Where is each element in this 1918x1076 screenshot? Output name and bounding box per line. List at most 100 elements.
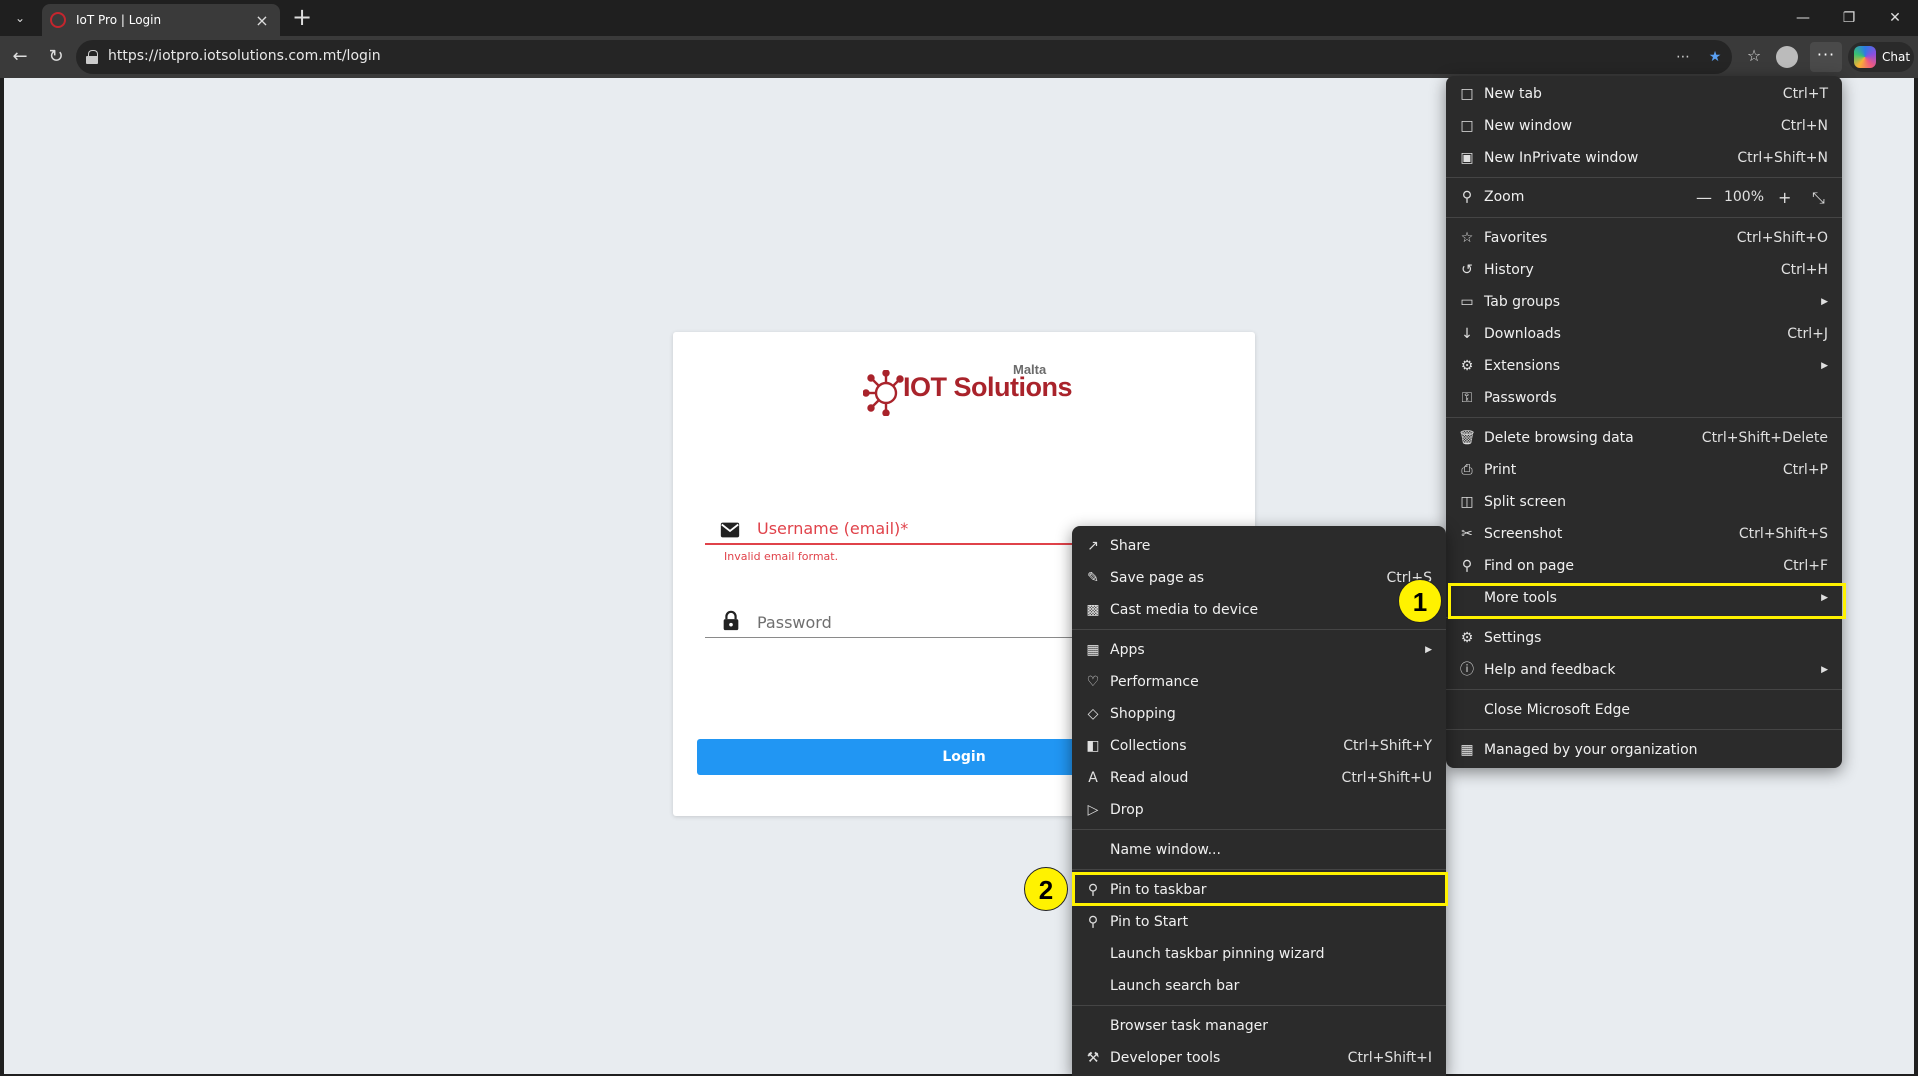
more-tools-submenu: ↗ Share ✎ Save page as Ctrl+S ▩ Cast med… [1072,526,1446,1076]
menu-item-history[interactable]: ↺ History Ctrl+H [1446,254,1842,286]
menu-item-help-and-feedback[interactable]: ⓘ Help and feedback ▶ [1446,654,1842,686]
help-icon: ⓘ [1460,662,1474,678]
menu-shortcut: Ctrl+F [1783,558,1828,574]
menu-label: Find on page [1484,558,1574,574]
menu-shortcut: Ctrl+H [1780,262,1828,278]
tab-close-icon[interactable]: × [252,11,272,30]
menu-divider [1446,689,1842,690]
menu-shortcut: Ctrl+Shift+S [1738,526,1828,542]
favorites-icon: ☆ [1460,230,1474,246]
submenu-item-browser-task-manager[interactable]: Browser task manager [1072,1010,1446,1042]
submenu-item-cast-media[interactable]: ▩ Cast media to device [1072,594,1446,626]
restore-icon[interactable]: ❐ [1826,4,1872,32]
submenu-item-share[interactable]: ↗ Share [1072,530,1446,562]
iot-solutions-logo: Malta IOT Solutions [863,362,1073,422]
save-page-icon: ✎ [1087,570,1099,586]
menu-item-favorites[interactable]: ☆ Favorites Ctrl+Shift+O [1446,222,1842,254]
menu-item-passwords[interactable]: ⚿ Passwords [1446,382,1842,414]
close-window-icon[interactable]: ✕ [1872,4,1918,32]
url-text[interactable]: https://iotpro.iotsolutions.com.mt/login [108,48,381,64]
zoom-in-icon[interactable]: + [1778,188,1791,207]
submenu-item-read-aloud[interactable]: A Read aloud Ctrl+Shift+U [1072,762,1446,794]
menu-item-downloads[interactable]: ↓ Downloads Ctrl+J [1446,318,1842,350]
menu-shortcut: Ctrl+Shift+I [1347,1050,1432,1066]
submenu-item-developer-tools[interactable]: ⚒ Developer tools Ctrl+Shift+I [1072,1042,1446,1074]
back-arrow-icon[interactable]: ← [4,42,36,72]
menu-shortcut: Ctrl+N [1780,118,1828,134]
submenu-item-collections[interactable]: ◧ Collections Ctrl+Shift+Y [1072,730,1446,762]
submenu-item-pin-to-start[interactable]: ⚲ Pin to Start [1072,906,1446,938]
submenu-item-apps[interactable]: ▦ Apps ▶ [1072,634,1446,666]
tab-favicon-icon [50,12,66,28]
username-field[interactable]: Username (email)* [757,519,908,538]
submenu-item-performance[interactable]: ♡ Performance [1072,666,1446,698]
more-tools-highlight [1448,583,1846,619]
menu-item-close-microsoft-edge[interactable]: Close Microsoft Edge [1446,694,1842,726]
menu-label: Read aloud [1110,770,1189,786]
settings-and-more-button[interactable]: ··· [1810,42,1842,72]
copilot-chat-button[interactable]: Chat [1848,42,1914,72]
menu-item-managed-by-organization[interactable]: ▦ Managed by your organization [1446,734,1842,766]
menu-label: Share [1110,538,1151,554]
cast-icon: ▩ [1086,602,1100,618]
menu-item-extensions[interactable]: ⚙ Extensions ▶ [1446,350,1842,382]
menu-label: Drop [1110,802,1144,818]
zoom-out-icon[interactable]: — [1696,188,1712,207]
logo-brand-text: IOT Solutions [903,372,1073,402]
browser-toolbar: ← ↻ https://iotpro.iotsolutions.com.mt/l… [0,36,1918,78]
submenu-item-name-window[interactable]: Name window... [1072,834,1446,866]
menu-label: Close Microsoft Edge [1484,702,1630,718]
read-aloud-icon: A [1088,770,1098,786]
menu-label: Zoom [1484,189,1525,205]
menu-item-find-on-page[interactable]: ⚲ Find on page Ctrl+F [1446,550,1842,582]
menu-item-new-tab[interactable]: □ New tab Ctrl+T [1446,78,1842,110]
tab-iot-pro-login[interactable]: IoT Pro | Login × [42,4,280,36]
menu-item-tab-groups[interactable]: ▭ Tab groups ▶ [1446,286,1842,318]
menu-divider [1446,217,1842,218]
menu-label: Favorites [1484,230,1548,246]
favorites-bar-icon[interactable]: ☆ [1740,42,1768,70]
address-bar[interactable]: https://iotpro.iotsolutions.com.mt/login… [76,40,1732,74]
menu-item-screenshot[interactable]: ✂ Screenshot Ctrl+Shift+S [1446,518,1842,550]
tab-actions-chevron-icon[interactable]: ⌄ [6,6,34,30]
menu-item-settings[interactable]: ⚙ Settings [1446,622,1842,654]
menu-label: Tab groups [1484,294,1561,310]
history-icon: ↺ [1461,262,1473,278]
menu-divider [1072,629,1446,630]
menu-label: History [1484,262,1534,278]
menu-item-new-inprivate-window[interactable]: ▣ New InPrivate window Ctrl+Shift+N [1446,142,1842,174]
fullscreen-icon[interactable]: ⤡ [1812,188,1825,208]
submenu-item-launch-pinning-wizard[interactable]: Launch taskbar pinning wizard [1072,938,1446,970]
profile-avatar[interactable] [1776,46,1798,68]
menu-label: Passwords [1484,390,1557,406]
submenu-item-drop[interactable]: ▷ Drop [1072,794,1446,826]
drop-icon: ▷ [1087,802,1099,818]
menu-label: Save page as [1110,570,1205,586]
favorite-star-icon[interactable]: ★ [1704,46,1726,68]
menu-shortcut: Ctrl+Shift+O [1736,230,1828,246]
minimize-icon[interactable]: — [1780,4,1826,32]
new-tab-plus-icon[interactable]: + [288,4,316,32]
menu-label: Cast media to device [1110,602,1259,618]
menu-item-print[interactable]: ⎙ Print Ctrl+P [1446,454,1842,486]
submenu-arrow-icon: ▶ [1821,361,1828,371]
menu-item-delete-browsing-data[interactable]: 🗑 Delete browsing data Ctrl+Shift+Delete [1446,422,1842,454]
reader-icon[interactable]: ⋯ [1672,46,1694,68]
menu-label: Shopping [1110,706,1176,722]
menu-label: Downloads [1484,326,1561,342]
delete-icon: 🗑 [1458,430,1476,446]
refresh-icon[interactable]: ↻ [40,42,72,72]
menu-label: Split screen [1484,494,1567,510]
menu-label: Collections [1110,738,1187,754]
submenu-item-shopping[interactable]: ◇ Shopping [1072,698,1446,730]
submenu-item-launch-search-bar[interactable]: Launch search bar [1072,970,1446,1002]
title-bar: ⌄ IoT Pro | Login × + — ❐ ✕ [0,0,1918,36]
site-info-lock-icon[interactable] [86,50,98,64]
menu-item-new-window[interactable]: □ New window Ctrl+N [1446,110,1842,142]
menu-item-split-screen[interactable]: ◫ Split screen [1446,486,1842,518]
password-field[interactable]: Password [757,613,832,632]
menu-label: Pin to Start [1110,914,1189,930]
menu-divider [1072,869,1446,870]
developer-tools-icon: ⚒ [1086,1050,1100,1066]
submenu-item-save-page-as[interactable]: ✎ Save page as Ctrl+S [1072,562,1446,594]
